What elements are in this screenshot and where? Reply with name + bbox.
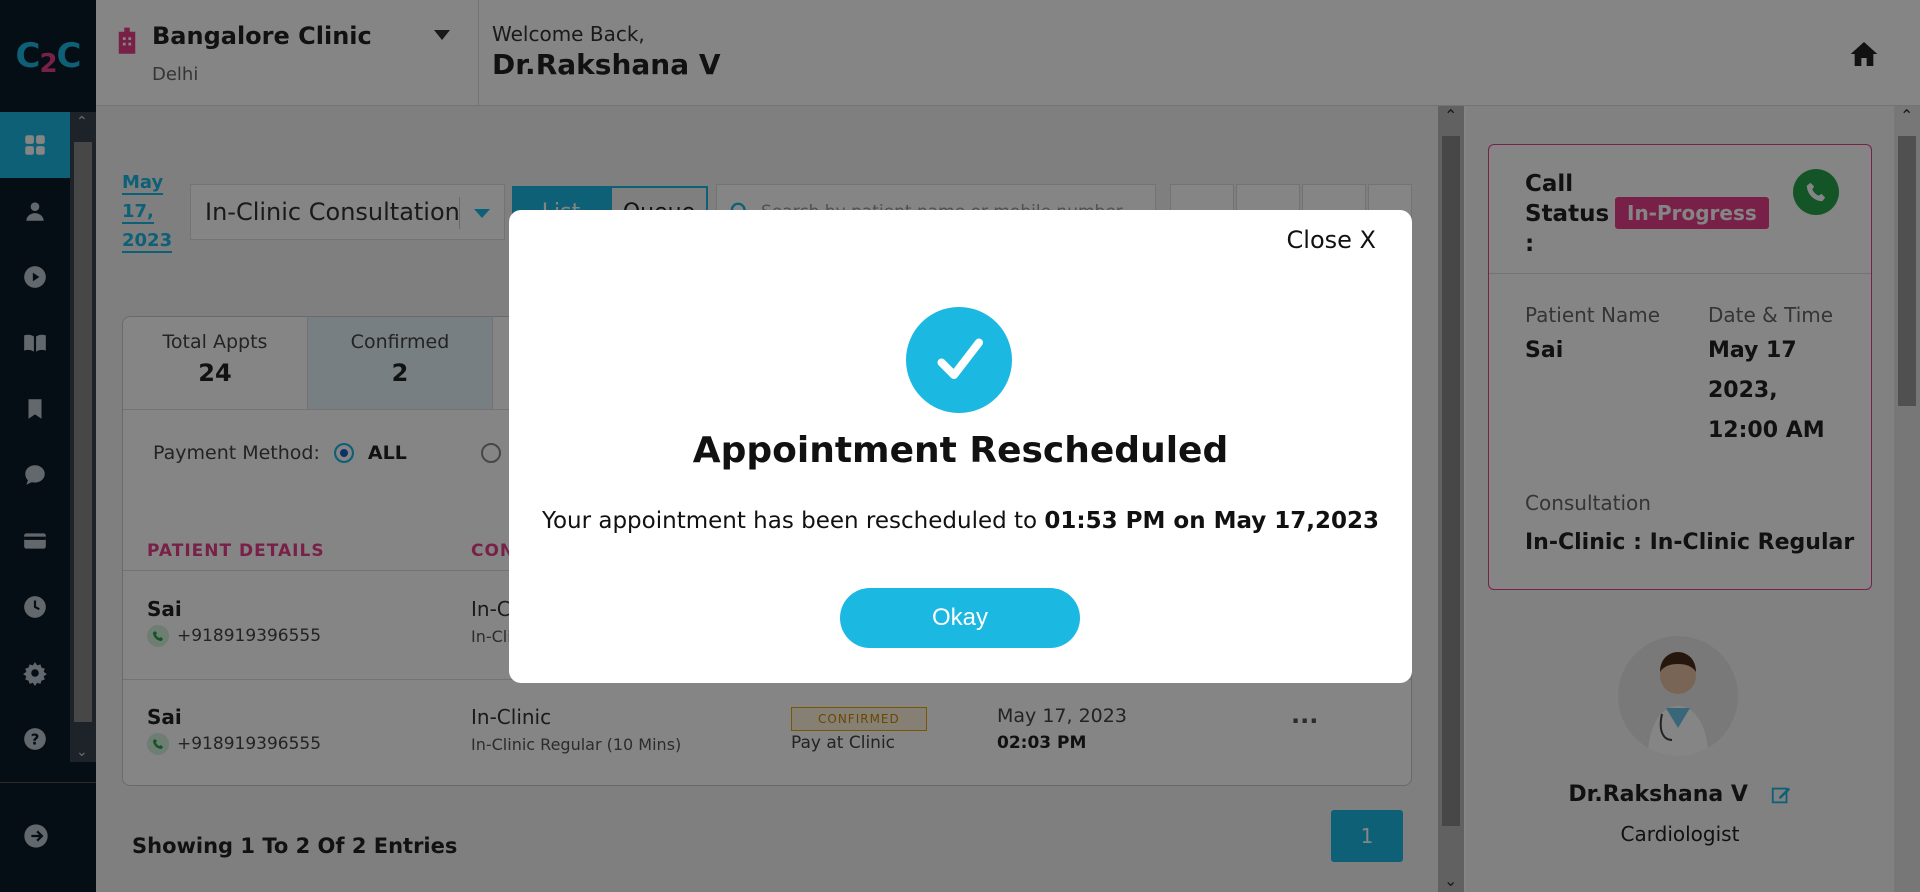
- app-root: C2C ? ⌃ ⌄ Bangalore Clinic Delhi Welcome…: [0, 0, 1920, 892]
- reschedule-confirmation-modal: Close X Appointment Rescheduled Your app…: [509, 210, 1412, 683]
- check-icon: [906, 307, 1012, 413]
- okay-button[interactable]: Okay: [840, 588, 1080, 648]
- close-button[interactable]: Close X: [1287, 226, 1376, 254]
- modal-message: Your appointment has been rescheduled to…: [541, 508, 1380, 534]
- modal-title: Appointment Rescheduled: [692, 430, 1229, 471]
